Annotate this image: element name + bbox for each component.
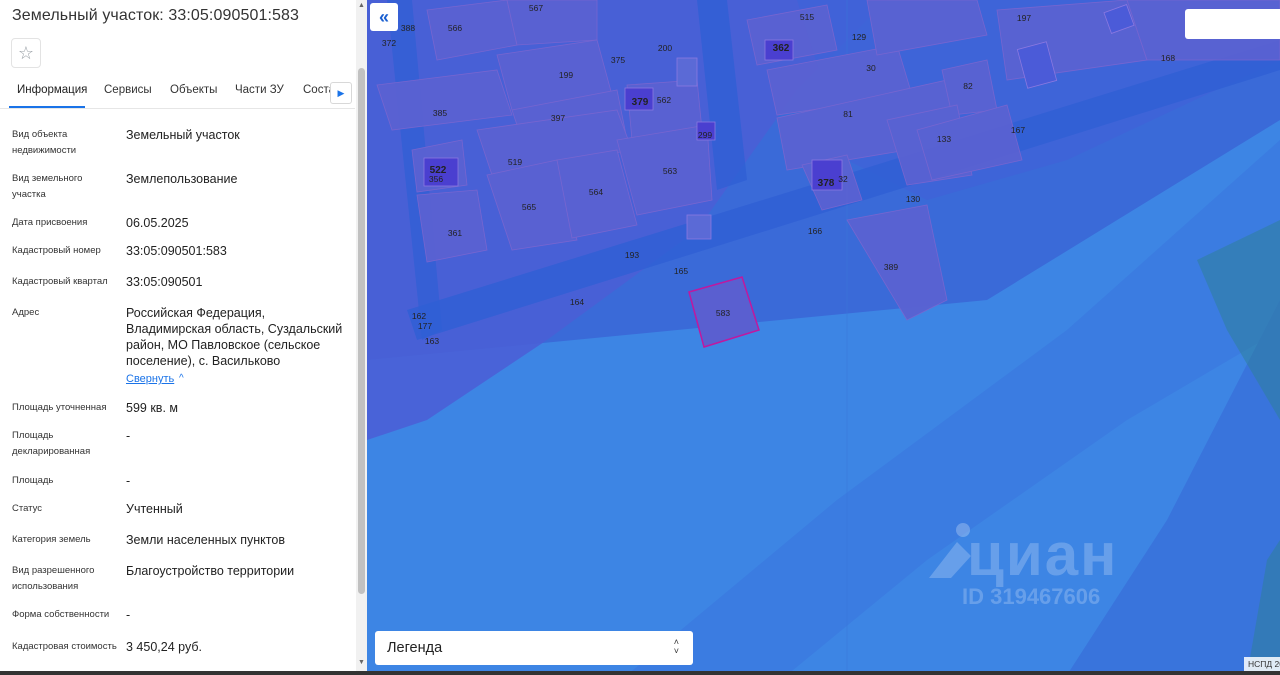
parcel: [416, 189, 488, 263]
field-value: -: [126, 608, 131, 622]
field-value: 33:05:090501:583: [126, 244, 227, 258]
tab-info[interactable]: Информация: [17, 84, 87, 96]
parcel-label: 81: [843, 109, 853, 119]
field-label: Кадастровый номер: [12, 245, 101, 256]
field-value: Земельный участок: [126, 128, 240, 142]
map-copyright: НСПД 2025: [1244, 657, 1280, 671]
field-value: 599 кв. м: [126, 401, 178, 415]
parcel-label: 565: [522, 202, 536, 212]
field-value: 33:05:090501: [126, 275, 203, 289]
field-value: 06.05.2025: [126, 216, 189, 230]
field-value: 3 450,24 руб.: [126, 640, 202, 654]
up-down-chevron-icon: ˄ ˅: [673, 637, 679, 656]
parcel-label: 375: [611, 55, 625, 65]
parcel-label: 361: [448, 228, 462, 238]
field-value: Земли населенных пунктов: [126, 533, 285, 547]
parcel-label: 165: [674, 266, 688, 276]
map-search-box[interactable]: [1185, 9, 1280, 39]
parcel-label: 299: [698, 130, 712, 140]
parcel-label: 162: [412, 311, 426, 321]
scrollbar-thumb[interactable]: [358, 68, 365, 594]
parcel-label: 163: [425, 336, 439, 346]
parcel-label: 385: [433, 108, 447, 118]
field-label: Вид разрешенного использования: [12, 565, 95, 592]
field-value: -: [126, 429, 131, 443]
parcel-label: 519: [508, 157, 522, 167]
field-value: -: [126, 474, 131, 488]
parcel-label: 562: [657, 95, 671, 105]
parcel-label: 130: [906, 194, 920, 204]
parcel-label: 82: [963, 81, 973, 91]
tab-services[interactable]: Сервисы: [104, 84, 152, 96]
panel-scrollbar[interactable]: ▲ ▼: [356, 0, 367, 675]
parcel-label: 583: [716, 308, 730, 318]
parcel-label: 515: [800, 12, 814, 22]
triangle-right-icon[interactable]: ▶: [330, 82, 352, 104]
field-value: Российская Федерация, Владимирская облас…: [126, 306, 343, 368]
parcel-label: 164: [570, 297, 584, 307]
info-panel: Земельный участок: 33:05:090501:583 ☆ Ин…: [0, 0, 367, 675]
chevron-up-icon[interactable]: ^: [179, 373, 184, 384]
watermark-id: ID 319467606: [962, 584, 1101, 609]
double-chevron-left-icon[interactable]: «: [370, 3, 398, 31]
field-label: Площадь декларированная: [12, 430, 91, 457]
watermark-brand: циан: [967, 521, 1119, 588]
legend-label: Легенда: [387, 640, 443, 656]
field-label: Адрес: [12, 307, 40, 318]
parcel-label: 567: [529, 3, 543, 13]
parcel: [506, 0, 598, 46]
star-icon[interactable]: ☆: [11, 38, 41, 68]
scroll-up-icon[interactable]: ▲: [356, 2, 367, 9]
field-value: Благоустройство территории: [126, 564, 295, 578]
field-label: Категория земель: [12, 534, 91, 545]
map-canvas[interactable]: 567 388 566 372 385 199 375 200 397 379 …: [367, 0, 1280, 675]
field-label: Кадастровый квартал: [12, 276, 108, 287]
parcel-label: 356: [429, 174, 443, 184]
parcel-label: 197: [1017, 13, 1031, 23]
parcel-label: 563: [663, 166, 677, 176]
field-value: Землепользование: [126, 172, 238, 186]
parcel-label: 362: [773, 43, 790, 54]
building: [676, 57, 698, 87]
field-label: Дата присвоения: [12, 217, 88, 228]
parcel-label: 199: [559, 70, 573, 80]
collapse-link[interactable]: Свернуть: [126, 373, 174, 385]
tab-bar: Информация Сервисы Объекты Части ЗУ Сост…: [0, 78, 355, 109]
parcel-label: 133: [937, 134, 951, 144]
parcel-label: 30: [866, 63, 876, 73]
field-label: Площадь уточненная: [12, 402, 107, 413]
field-label: Площадь: [12, 475, 54, 486]
parcel-label: 167: [1011, 125, 1025, 135]
parcel-label: 388: [401, 23, 415, 33]
field-label: Кадастровая стоимость: [12, 641, 117, 652]
parcel-label: 200: [658, 43, 672, 53]
parcel-label: 566: [448, 23, 462, 33]
page-title: Земельный участок: 33:05:090501:583: [12, 7, 300, 24]
cadastral-map[interactable]: 567 388 566 372 385 199 375 200 397 379 …: [367, 0, 1280, 675]
field-label: Статус: [12, 503, 43, 514]
parcel-label: 168: [1161, 53, 1175, 63]
parcel-label: 129: [852, 32, 866, 42]
field-label: Вид земельного участка: [12, 173, 83, 200]
parcel-label: 32: [838, 174, 848, 184]
parcel-label: 378: [818, 178, 835, 189]
parcel-label: 177: [418, 321, 432, 331]
scroll-down-icon[interactable]: ▼: [356, 659, 367, 666]
parcel-label: 397: [551, 113, 565, 123]
tab-parts[interactable]: Части ЗУ: [235, 84, 284, 96]
bottom-strip: [0, 671, 1280, 675]
field-label: Форма собственности: [12, 609, 110, 620]
tab-objects[interactable]: Объекты: [170, 84, 217, 96]
field-label: Вид объекта недвижимости: [12, 129, 77, 156]
legend-dropdown[interactable]: Легенда ˄ ˅: [375, 631, 693, 665]
parcel-label: 166: [808, 226, 822, 236]
building: [686, 214, 712, 240]
parcel-label: 564: [589, 187, 603, 197]
parcel-label: 372: [382, 38, 396, 48]
field-value: Учтенный: [126, 502, 183, 516]
active-tab-indicator: [9, 106, 85, 108]
parcel-label: 379: [632, 97, 649, 108]
parcel-label: 193: [625, 250, 639, 260]
parcel-label: 389: [884, 262, 898, 272]
